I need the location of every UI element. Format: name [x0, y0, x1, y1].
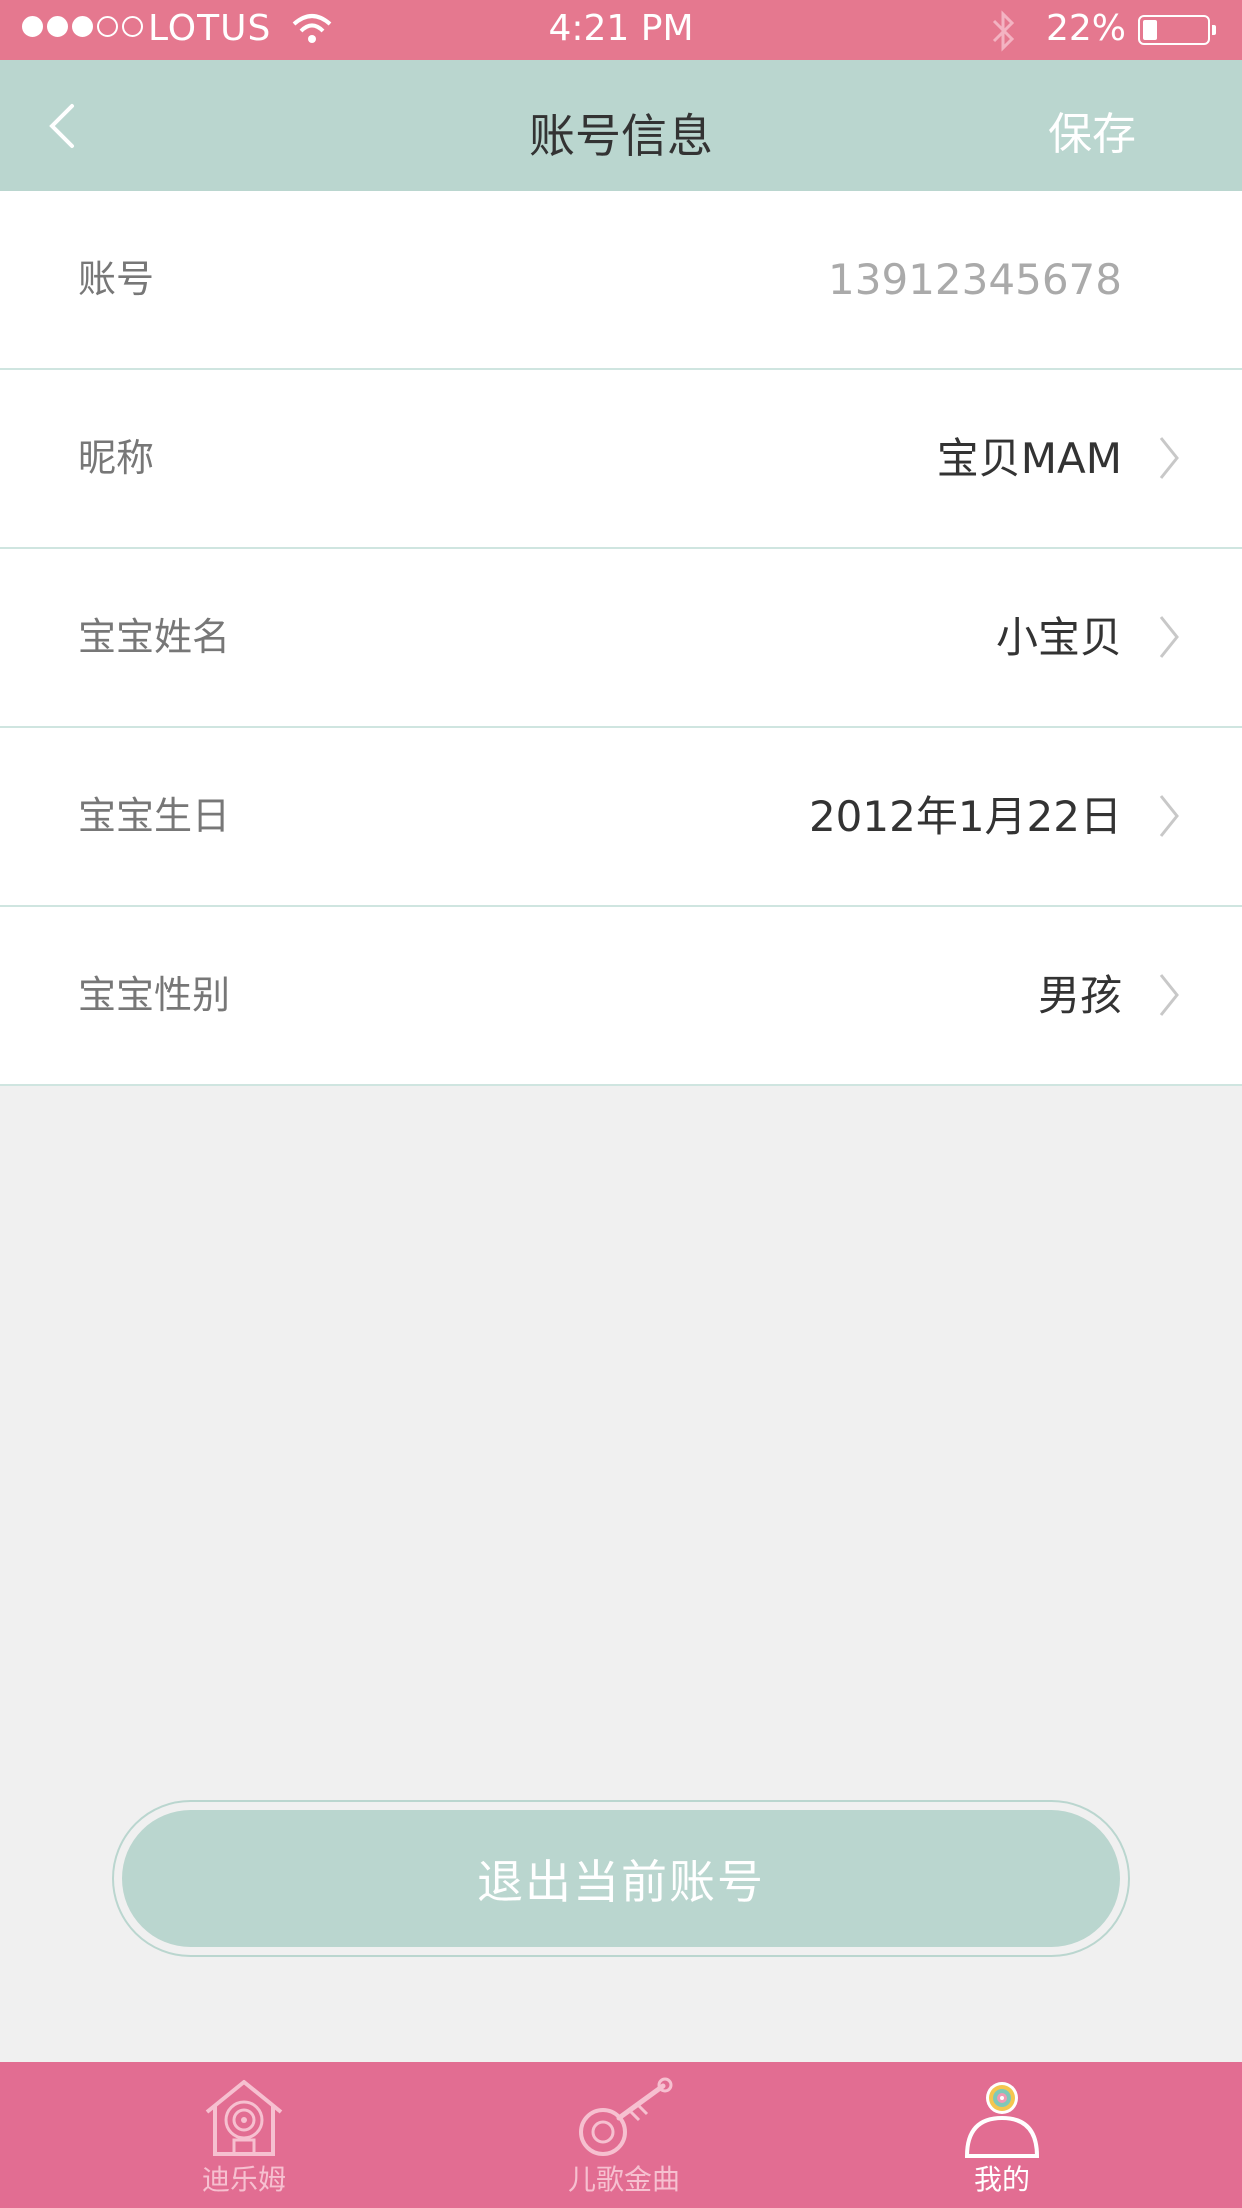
battery-percent: 22%: [1046, 8, 1127, 49]
chevron-right-icon: [1159, 437, 1179, 479]
chevron-right-icon: [1159, 974, 1179, 1016]
account-row: 账号 13912345678: [0, 191, 1242, 370]
tab-mine[interactable]: 我的: [902, 2062, 1102, 2208]
nickname-value: 宝贝MAM: [936, 434, 1122, 483]
bluetooth-icon: [992, 10, 1015, 52]
home-swirl-icon: [205, 2080, 283, 2156]
account-info-list: 账号 13912345678 昵称 宝贝MAM 宝宝姓名 小宝贝 宝宝生日 20…: [0, 191, 1242, 1086]
baby-birthday-row[interactable]: 宝宝生日 2012年1月22日: [0, 728, 1242, 907]
account-number: 13912345678: [828, 255, 1122, 304]
tab-bar: 迪乐姆 儿歌金曲 我的: [0, 2062, 1242, 2208]
baby-name-value: 小宝贝: [995, 613, 1122, 662]
logout-button[interactable]: 退出当前账号: [122, 1810, 1120, 1947]
status-bar: LOTUS 4:21 PM 22%: [0, 0, 1242, 60]
save-button[interactable]: 保存: [1048, 98, 1136, 162]
row-label: 宝宝生日: [78, 794, 231, 838]
battery-icon: [1138, 15, 1216, 45]
chevron-right-icon: [1159, 795, 1179, 837]
baby-name-row[interactable]: 宝宝姓名 小宝贝: [0, 549, 1242, 728]
baby-gender-row[interactable]: 宝宝性别 男孩: [0, 907, 1242, 1086]
tab-label: 儿歌金曲: [567, 2163, 680, 2196]
row-label: 宝宝性别: [78, 973, 231, 1017]
chevron-right-icon: [1159, 616, 1179, 658]
tab-songs[interactable]: 儿歌金曲: [524, 2062, 724, 2208]
row-label: 宝宝姓名: [78, 615, 231, 659]
profile-icon: [964, 2082, 1040, 2158]
nickname-row[interactable]: 昵称 宝贝MAM: [0, 370, 1242, 549]
nav-bar: 账号信息 保存: [0, 60, 1242, 191]
tab-label: 迪乐姆: [201, 2163, 286, 2196]
tab-dilemu[interactable]: 迪乐姆: [144, 2062, 344, 2208]
guitar-icon: [579, 2077, 673, 2156]
logout-button-frame: 退出当前账号: [112, 1800, 1130, 1957]
tab-label: 我的: [973, 2163, 1030, 2196]
row-label: 账号: [78, 257, 155, 301]
baby-gender-value: 男孩: [1037, 971, 1122, 1020]
row-label: 昵称: [78, 436, 155, 480]
baby-birthday-value: 2012年1月22日: [808, 792, 1122, 841]
